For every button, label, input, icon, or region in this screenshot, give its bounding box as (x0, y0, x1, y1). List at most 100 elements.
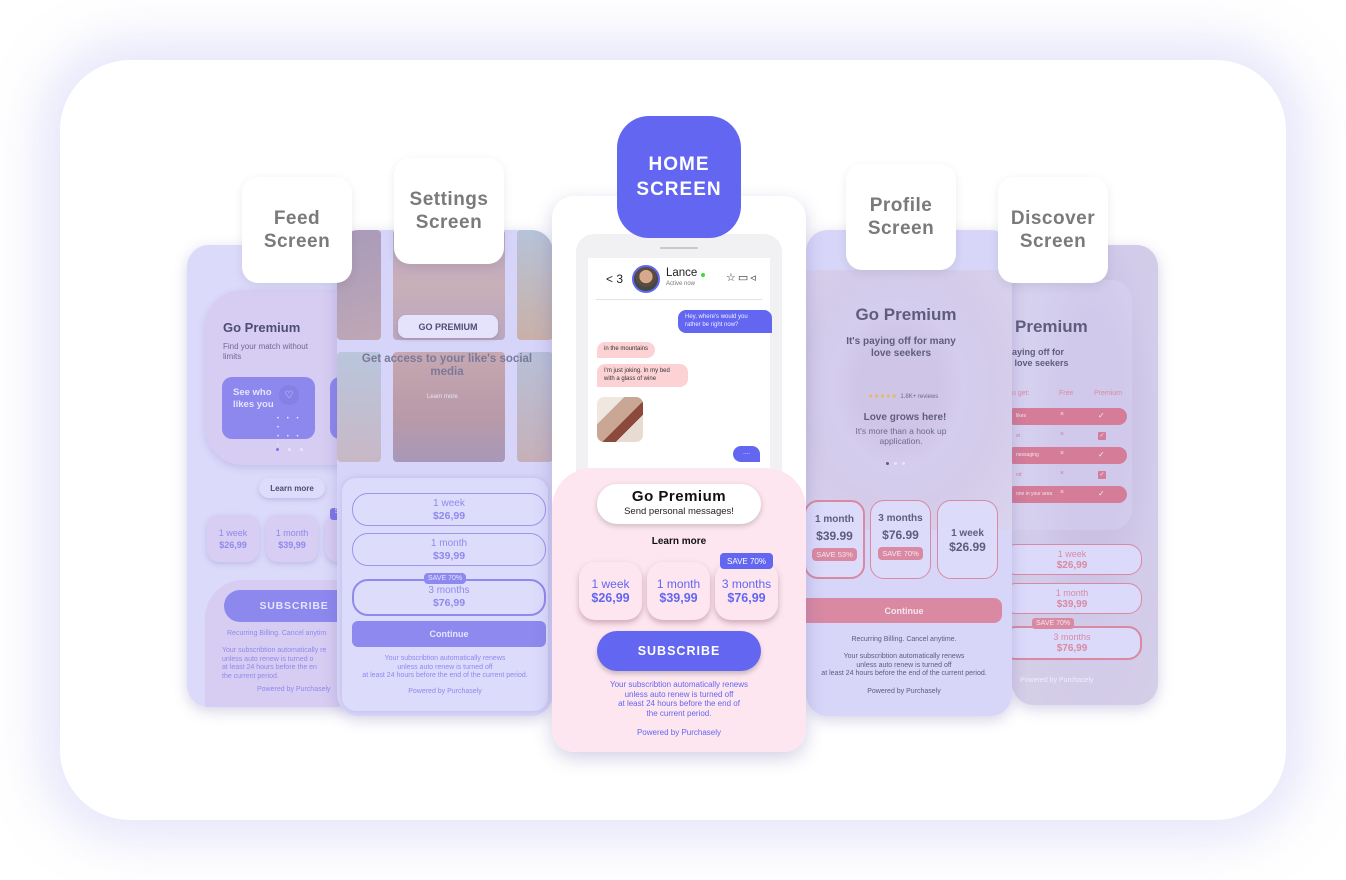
message-bubble: in the mountains (597, 342, 656, 358)
paywall-sheet: Go Premium Send personal messages! Learn… (552, 468, 806, 752)
plan-price: $39.99 (816, 529, 853, 543)
chat-screen: < 3 Lance Active now ☆▭◃ Hey, where's wo… (588, 258, 772, 494)
settings-headline: Get access to your like's social media (361, 353, 533, 378)
feature-label: nd (1016, 472, 1022, 478)
go-premium-banner: Go Premium Send personal messages! (597, 484, 761, 524)
plan-price: $26,99 (219, 540, 247, 550)
premium-subtitle: aying off for love seekers (1012, 347, 1069, 368)
carousel-pager (276, 448, 303, 451)
legal-text: Your subscribtion automatically renews u… (362, 655, 528, 679)
plan-price: $39,99 (432, 550, 466, 562)
check-icon: ✓ (1098, 471, 1106, 479)
feature-row: st × ✓ (1012, 428, 1127, 445)
love-title: Love grows here! (863, 412, 947, 423)
paywall-subtitle: Send personal messages! (624, 506, 734, 517)
star-icon[interactable]: ☆ (726, 272, 738, 284)
feature-label: likes (1016, 413, 1027, 419)
cross-icon: × (1060, 450, 1065, 457)
online-indicator (701, 273, 705, 277)
premium-subtitle: It's paying off for many love seekers (846, 336, 956, 359)
plan-1-month[interactable]: 1 month $39,99 (1012, 583, 1142, 614)
plan-period: 1 week (951, 528, 984, 539)
tag-line: Discover (1010, 208, 1096, 229)
message-photo[interactable] (597, 397, 643, 442)
col-get: u get: (1012, 390, 1030, 397)
plan-sheet: 1 week $26,99 1 month $39,99 3 months $76,9… (342, 478, 548, 711)
cross-icon: × (1060, 431, 1065, 438)
plan-period: 3 months (878, 513, 923, 524)
powered-by: Powered by Purchasely (1020, 677, 1094, 684)
stars-icon: ★★★★★ (868, 394, 898, 400)
phone-notch (660, 247, 698, 249)
check-icon: ✓ (1098, 450, 1105, 459)
plan-3-months[interactable]: 3 months $76.99 SAVE 70% (870, 500, 931, 579)
subscribe-button[interactable]: SUBSCRIBE (597, 631, 761, 671)
plan-1-week[interactable]: 1 week $26,99 (207, 515, 259, 562)
learn-more-link[interactable]: Learn more (552, 536, 806, 547)
photo-tile[interactable] (517, 230, 553, 340)
tag-line: Screen (263, 231, 331, 252)
paywall-title: Go Premium (631, 488, 727, 505)
feed-screen-tag: Feed Screen (242, 177, 352, 283)
plan-period: 1 month (815, 514, 854, 525)
contact-status: Active now (666, 281, 696, 287)
feature-row: likes × ✓ (1012, 408, 1127, 425)
plan-3-months[interactable]: 3 months $76,99 (715, 562, 778, 620)
premium-subtitle: Find your match without limits (223, 342, 308, 361)
plan-price: $26,99 (1056, 560, 1088, 571)
video-call-icon[interactable]: ▭◃ (738, 272, 758, 284)
tag-line: Settings (409, 189, 489, 210)
col-premium: Premium (1094, 390, 1123, 397)
learn-more-button[interactable]: Learn more (259, 478, 325, 498)
plan-period: 1 month (1055, 588, 1089, 598)
continue-button[interactable]: Continue (806, 598, 1002, 623)
col-free: Free (1059, 390, 1074, 397)
see-who-likes-you-tile[interactable]: See who likes you ♡ • • • • • • • • (222, 377, 315, 449)
plan-period: 1 month (275, 528, 309, 538)
plan-price: $76,99 (727, 591, 766, 605)
feature-row: nd × ✓ (1012, 467, 1127, 484)
back-button[interactable]: < 3 (606, 272, 623, 286)
go-premium-button[interactable]: GO PREMIUM (398, 315, 498, 338)
reviews-count: 1.8K+ reviews (900, 394, 939, 400)
powered-by: Powered by Purchasely (408, 688, 482, 695)
plan-price: $39,99 (1056, 599, 1088, 610)
feature-label: nessaging (1016, 452, 1039, 458)
rating: ★★★★★ 1.8K+ reviews (868, 393, 938, 400)
premium-title: Go Premium (223, 320, 301, 335)
cross-icon: × (1060, 411, 1065, 418)
premium-card: Go Premium Find your match without limit… (205, 290, 357, 465)
plan-1-week[interactable]: 1 week $26.99 (937, 500, 998, 579)
plan-1-week[interactable]: 1 week $26,99 (352, 493, 546, 526)
save-badge: SAVE 70% (1032, 618, 1075, 629)
heart-icon: ♡ (279, 385, 299, 405)
plan-1-month[interactable]: 1 month $39,99 (647, 562, 710, 620)
plan-3-months[interactable]: 3 months $76,99 (352, 579, 546, 616)
plan-period: 1 week (433, 498, 465, 509)
continue-button[interactable]: Continue (352, 621, 546, 647)
learn-more-link[interactable]: Learn more (427, 394, 458, 400)
plan-1-week[interactable]: 1 week $26,99 (1012, 544, 1142, 575)
tag-line: Screen (1019, 231, 1087, 252)
powered-by: Powered by Purchasely (636, 728, 722, 737)
feature-label: st (1016, 433, 1020, 439)
carousel-pager (886, 462, 905, 465)
plan-price: $76.99 (882, 528, 919, 542)
plan-1-week[interactable]: 1 week $26,99 (579, 562, 642, 620)
plan-1-month[interactable]: 1 month $39,99 (352, 533, 546, 566)
save-badge: SAVE 70% (878, 547, 923, 560)
plan-period: 1 week (1057, 549, 1087, 559)
profile-screen-tag: Profile Screen (846, 164, 956, 270)
check-icon: ✓ (1098, 489, 1105, 498)
contact-name: Lance (666, 267, 698, 279)
home-screen-tag: HOME SCREEN (617, 116, 741, 238)
plan-3-months[interactable]: 3 months $76,99 (1012, 626, 1142, 660)
plan-period: 1 month (430, 538, 468, 549)
plan-price: $39,99 (278, 540, 306, 550)
plan-1-month[interactable]: 1 month $39,99 (266, 515, 318, 562)
powered-by: Powered by Purchasely (867, 688, 941, 695)
plan-period: 1 week (218, 528, 248, 538)
plan-1-month[interactable]: 1 month $39.99 SAVE 53% (806, 500, 865, 579)
discover-screen-tag: Discover Screen (998, 177, 1108, 283)
avatar[interactable] (632, 265, 660, 293)
